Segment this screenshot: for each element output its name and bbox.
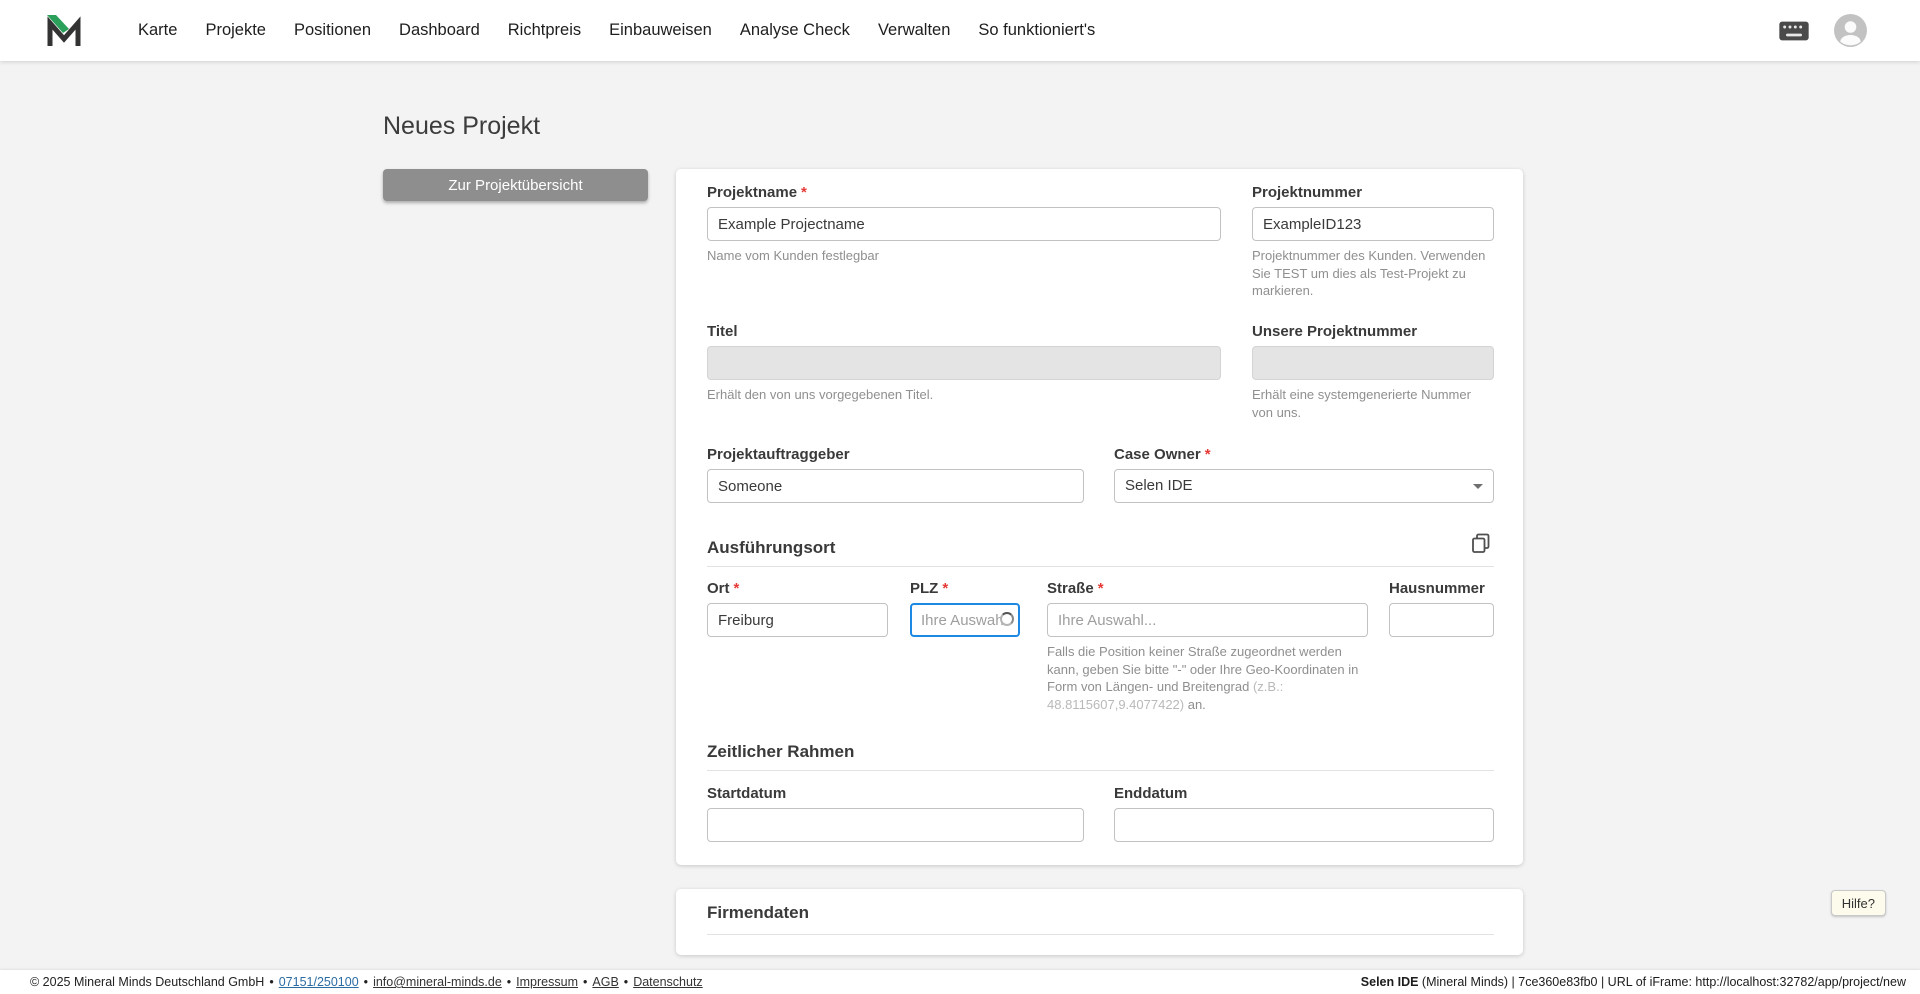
case-owner-label: Case Owner * xyxy=(1114,446,1211,463)
projektname-label: Projektname * xyxy=(707,184,807,201)
footer-email-link[interactable]: info@mineral-minds.de xyxy=(373,975,502,989)
projektnummer-field: Projektnummer Projektnummer des Kunden. … xyxy=(1252,184,1494,300)
nav-item-analyse-check[interactable]: Analyse Check xyxy=(740,21,850,40)
nav-item-dashboard[interactable]: Dashboard xyxy=(399,21,480,40)
footer-agb-link[interactable]: AGB xyxy=(592,975,618,989)
plz-field: PLZ * xyxy=(910,580,1020,637)
footer-left: © 2025 Mineral Minds Deutschland GmbH • … xyxy=(30,975,703,989)
project-overview-button[interactable]: Zur Projektübersicht xyxy=(383,169,648,201)
section-divider xyxy=(707,770,1494,771)
nav-item-so-funktionierts[interactable]: So funktioniert's xyxy=(978,21,1095,40)
titel-input xyxy=(707,346,1221,380)
ort-label: Ort * xyxy=(707,580,740,597)
projektnummer-label: Projektnummer xyxy=(1252,184,1363,201)
hausnummer-field: Hausnummer xyxy=(1389,580,1494,637)
projektname-helper: Name vom Kunden festlegbar xyxy=(707,248,879,263)
footer-user-name: Selen IDE xyxy=(1360,975,1419,989)
page-title: Neues Projekt xyxy=(383,112,541,140)
enddatum-input[interactable] xyxy=(1114,808,1494,842)
section-divider xyxy=(707,934,1494,935)
required-marker: * xyxy=(942,580,949,597)
section-firmendaten: Firmendaten xyxy=(707,903,810,922)
nav-item-karte[interactable]: Karte xyxy=(138,21,177,40)
startdatum-input[interactable] xyxy=(707,808,1084,842)
main-nav: Karte Projekte Positionen Dashboard Rich… xyxy=(138,0,1095,61)
projektauftraggeber-input[interactable] xyxy=(707,469,1084,503)
firmendaten-card: Firmendaten xyxy=(676,889,1523,955)
ort-input[interactable] xyxy=(707,603,888,637)
mineral-minds-logo-icon xyxy=(47,15,81,46)
copy-icon[interactable] xyxy=(1467,529,1495,557)
section-ausfuehrungsort: Ausführungsort xyxy=(707,538,836,557)
page-footer: © 2025 Mineral Minds Deutschland GmbH • … xyxy=(0,970,1920,994)
case-owner-field: Case Owner * Selen IDE xyxy=(1114,446,1494,503)
footer-session-info: Selen IDE (Mineral Minds) | 7ce360e83fb0… xyxy=(1360,975,1906,989)
footer-copyright: © 2025 Mineral Minds Deutschland GmbH xyxy=(30,975,265,989)
new-project-form-card: Projektname* Name vom Kunden festlegbar … xyxy=(676,169,1523,865)
projektname-field: Projektname* Name vom Kunden festlegbar xyxy=(707,184,1221,265)
enddatum-field: Enddatum xyxy=(1114,785,1494,842)
case-owner-select[interactable]: Selen IDE xyxy=(1114,469,1494,503)
nav-item-positionen[interactable]: Positionen xyxy=(294,21,371,40)
strasse-input[interactable] xyxy=(1047,603,1368,637)
enddatum-label: Enddatum xyxy=(1114,785,1188,802)
loading-spinner-icon xyxy=(1000,612,1014,626)
required-marker: * xyxy=(801,184,807,201)
hausnummer-label: Hausnummer xyxy=(1389,580,1485,597)
projektname-input[interactable] xyxy=(707,207,1221,241)
footer-phone-link[interactable]: 07151/250100 xyxy=(279,975,359,989)
unsere-projektnummer-label: Unsere Projektnummer xyxy=(1252,323,1418,340)
titel-field: Titel Erhält den von uns vorgegebenen Ti… xyxy=(707,323,1221,404)
nav-item-projekte[interactable]: Projekte xyxy=(205,21,266,40)
section-zeitlicher-rahmen: Zeitlicher Rahmen xyxy=(707,742,855,761)
ort-field: Ort * xyxy=(707,580,888,637)
nav-item-richtpreis[interactable]: Richtpreis xyxy=(508,21,581,40)
chevron-down-icon xyxy=(1473,484,1483,489)
section-divider xyxy=(707,566,1494,567)
footer-impressum-link[interactable]: Impressum xyxy=(516,975,578,989)
unsere-projektnummer-field: Unsere Projektnummer Erhält eine systemg… xyxy=(1252,323,1494,421)
help-button[interactable]: Hilfe? xyxy=(1830,890,1886,916)
plz-label: PLZ * xyxy=(910,580,949,597)
required-marker: * xyxy=(1204,446,1211,463)
keyboard-icon[interactable] xyxy=(1778,20,1810,42)
projektauftraggeber-label: Projektauftraggeber xyxy=(707,446,850,463)
account-avatar-icon[interactable] xyxy=(1834,14,1867,47)
strasse-label: Straße * xyxy=(1047,580,1104,597)
strasse-field: Straße* Falls die Position keiner Straße… xyxy=(1047,580,1368,713)
hausnummer-input[interactable] xyxy=(1389,603,1494,637)
nav-item-verwalten[interactable]: Verwalten xyxy=(878,21,950,40)
footer-datenschutz-link[interactable]: Datenschutz xyxy=(633,975,702,989)
required-marker: * xyxy=(1097,580,1104,597)
strasse-helper: Falls die Position keiner Straße zugeord… xyxy=(1047,644,1359,712)
unsere-projektnummer-input xyxy=(1252,346,1494,380)
startdatum-field: Startdatum xyxy=(707,785,1084,842)
nav-item-einbauweisen[interactable]: Einbauweisen xyxy=(609,21,712,40)
top-navbar: Karte Projekte Positionen Dashboard Rich… xyxy=(0,0,1920,61)
required-marker: * xyxy=(733,580,740,597)
projektnummer-input[interactable] xyxy=(1252,207,1494,241)
case-owner-selected-value: Selen IDE xyxy=(1125,477,1193,494)
navbar-right-icons xyxy=(1778,0,1867,61)
unsere-projektnummer-helper: Erhält eine systemgenerierte Nummer von … xyxy=(1252,387,1471,420)
projektnummer-helper: Projektnummer des Kunden. Verwenden Sie … xyxy=(1252,248,1486,299)
titel-helper: Erhält den von uns vorgegebenen Titel. xyxy=(707,387,934,402)
projektauftraggeber-field: Projektauftraggeber xyxy=(707,446,1084,503)
titel-label: Titel xyxy=(707,323,738,340)
app-logo[interactable] xyxy=(44,10,84,50)
startdatum-label: Startdatum xyxy=(707,785,787,802)
